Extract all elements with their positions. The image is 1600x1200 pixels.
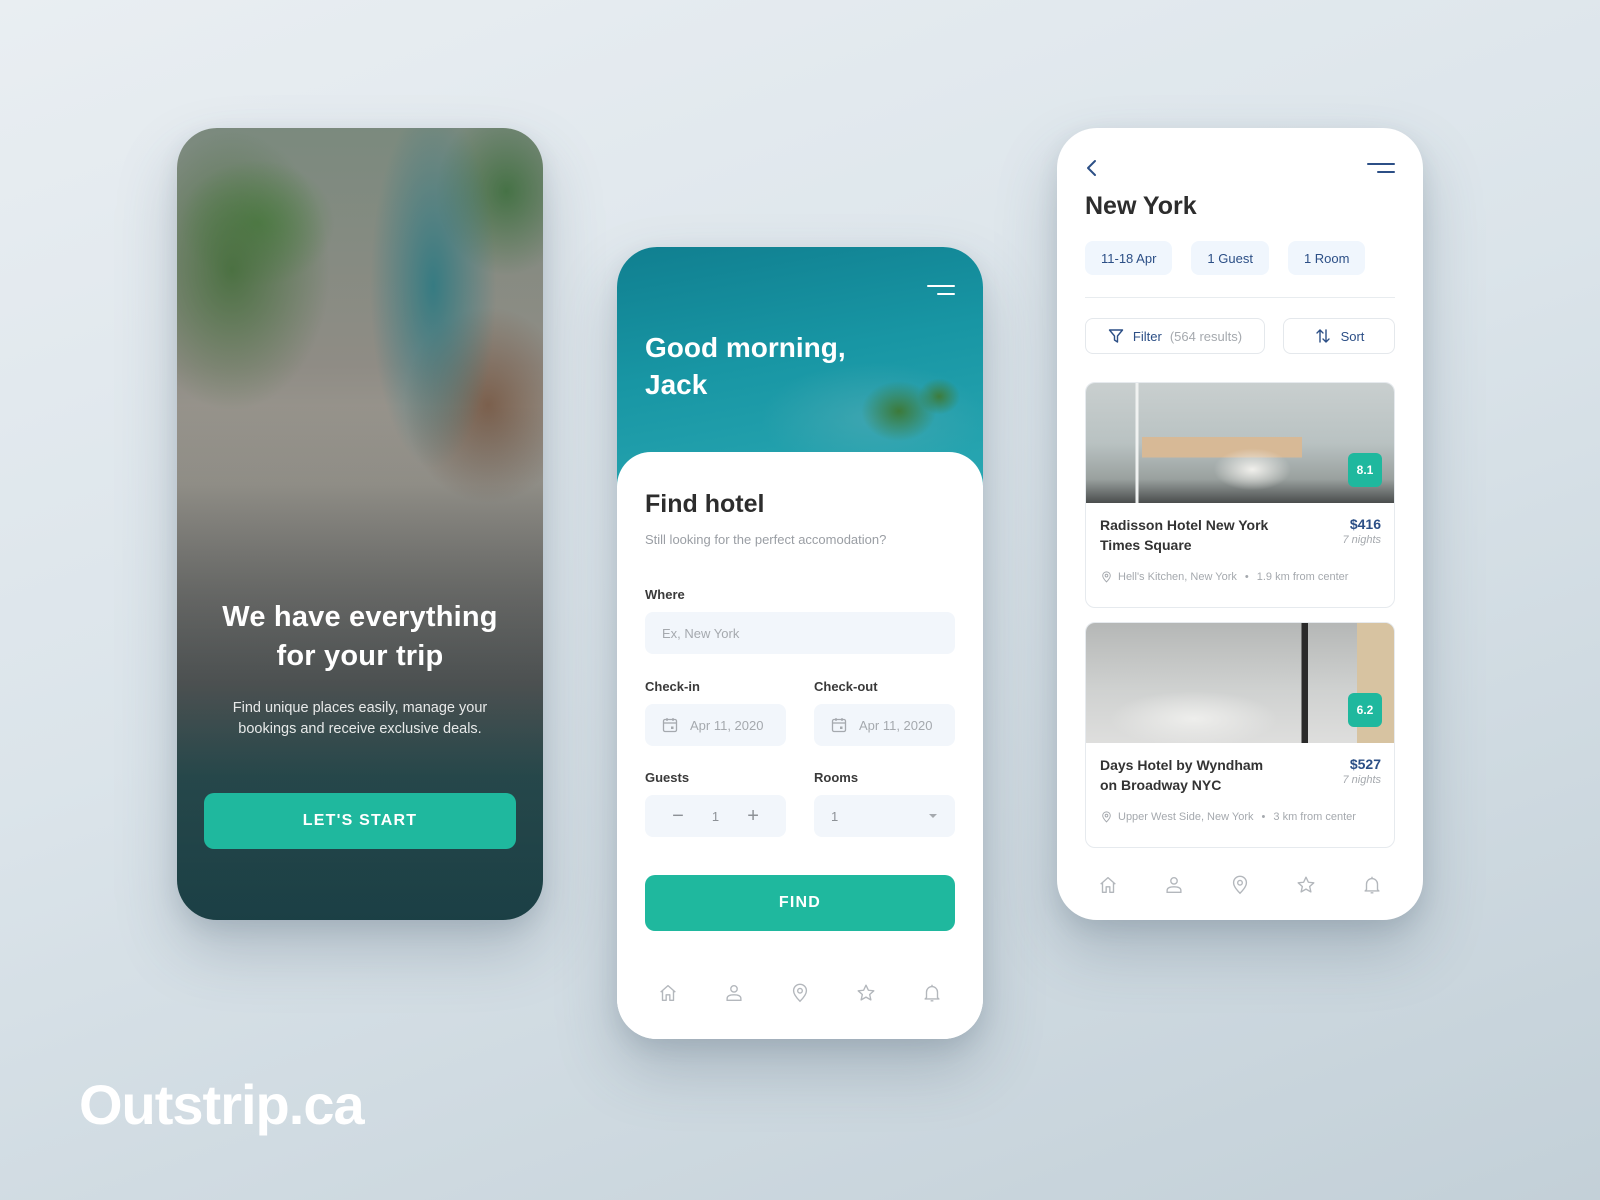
where-field-container [645, 612, 955, 654]
checkin-value: Apr 11, 2020 [690, 717, 764, 733]
separator-dot: • [1244, 571, 1249, 583]
menu-icon[interactable] [927, 283, 955, 297]
lets-start-button[interactable]: LET'S START [204, 793, 516, 849]
separator-dot: • [1261, 811, 1266, 823]
hotel-location: Hell's Kitchen, New York • 1.9 km from c… [1100, 570, 1348, 584]
guests-value: 1 [711, 808, 720, 824]
find-button[interactable]: FIND [645, 875, 955, 931]
star-icon[interactable] [855, 982, 877, 1004]
greeting-user-name: Jack [645, 369, 708, 400]
onboarding-title-line2: for your trip [276, 640, 444, 672]
user-icon[interactable] [1163, 874, 1185, 896]
hotel-price: $416 7 nights [1342, 516, 1381, 546]
star-icon[interactable] [1295, 874, 1317, 896]
price-value: $416 [1349, 516, 1381, 532]
map-pin-icon [1102, 571, 1111, 583]
search-summary-chips: 11-18 Apr 1 Guest 1 Room [1085, 241, 1366, 275]
filter-funnel-icon [1108, 329, 1124, 343]
guests-decrement-button[interactable]: − [666, 806, 690, 826]
hotel-neighborhood: Hell's Kitchen, New York [1118, 571, 1237, 583]
onboarding-subtitle-line2: bookings and receive exclusive deals. [238, 721, 482, 737]
guests-chip[interactable]: 1 Guest [1191, 241, 1269, 275]
find-hotel-screen: Good morning, Jack Find hotel Still look… [617, 247, 983, 1039]
rooms-value: 1 [831, 808, 839, 824]
onboarding-subtitle: Find unique places easily, manage your b… [177, 698, 543, 740]
hotel-distance: 3 km from center [1273, 811, 1356, 823]
guests-stepper: − 1 + [645, 795, 786, 837]
hotel-card[interactable]: 6.2 Days Hotel by Wyndham on Broadway NY… [1085, 622, 1395, 848]
guests-increment-button[interactable]: + [741, 806, 765, 826]
where-input[interactable] [645, 612, 955, 654]
bottom-nav [617, 982, 983, 1004]
hotel-photo [1086, 623, 1394, 743]
greeting-line1: Good morning, [645, 332, 846, 363]
menu-icon[interactable] [1367, 161, 1395, 175]
filter-button[interactable]: Filter (564 results) [1085, 318, 1265, 354]
price-value: $527 [1349, 756, 1381, 772]
hotel-card[interactable]: 8.1 Radisson Hotel New York Times Square… [1085, 382, 1395, 608]
checkout-label: Check-out [814, 679, 878, 694]
sort-label: Sort [1340, 328, 1365, 344]
onboarding-screen: We have everything for your trip Find un… [177, 128, 543, 920]
filter-label: Filter [1132, 328, 1162, 344]
onboarding-title-line1: We have everything [222, 601, 498, 633]
rooms-select[interactable]: 1 [814, 795, 955, 837]
checkout-field[interactable]: Apr 11, 2020 [814, 704, 955, 746]
divider [1085, 297, 1395, 298]
onboarding-title: We have everything for your trip [177, 598, 543, 676]
back-arrow-icon[interactable] [1085, 158, 1099, 178]
hotel-name-line2: on Broadway NYC [1100, 776, 1222, 793]
price-nights: 7 nights [1342, 774, 1381, 786]
hotel-distance: 1.9 km from center [1256, 571, 1349, 583]
checkin-label: Check-in [645, 679, 700, 694]
greeting: Good morning, Jack [645, 329, 846, 403]
bell-icon[interactable] [921, 982, 943, 1004]
caret-down-icon [929, 814, 937, 818]
city-title: New York [1085, 192, 1197, 220]
calendar-icon [831, 718, 847, 733]
rating-badge: 6.2 [1348, 693, 1382, 727]
search-sheet: Find hotel Still looking for the perfect… [617, 452, 983, 1039]
rooms-label: Rooms [814, 770, 859, 785]
checkin-field[interactable]: Apr 11, 2020 [645, 704, 786, 746]
results-count: (564 results) [1169, 328, 1243, 344]
brand-logo: Outstrip.ca [79, 1073, 365, 1136]
find-hotel-subtitle: Still looking for the perfect accomodati… [645, 532, 887, 547]
bell-icon[interactable] [1361, 874, 1383, 896]
hotel-location: Upper West Side, New York • 3 km from ce… [1100, 810, 1356, 824]
hotel-price: $527 7 nights [1342, 756, 1381, 786]
bottom-nav [1057, 874, 1423, 896]
find-hotel-title: Find hotel [645, 490, 765, 518]
sort-button[interactable]: Sort [1283, 318, 1395, 354]
rooms-chip[interactable]: 1 Room [1287, 241, 1366, 275]
map-pin-icon[interactable] [1229, 874, 1251, 896]
checkout-value: Apr 11, 2020 [859, 717, 933, 733]
onboarding-content: We have everything for your trip Find un… [177, 598, 543, 740]
price-nights: 7 nights [1342, 534, 1381, 546]
hotel-name: Radisson Hotel New York Times Square [1100, 516, 1300, 555]
where-label: Where [645, 587, 685, 602]
map-pin-icon[interactable] [789, 982, 811, 1004]
hotel-name-line1: Days Hotel by Wyndham [1100, 757, 1264, 773]
calendar-icon [662, 718, 678, 733]
hotel-name: Days Hotel by Wyndham on Broadway NYC [1100, 756, 1300, 795]
hotel-name-line1: Radisson Hotel New York [1100, 517, 1269, 533]
guests-label: Guests [645, 770, 690, 785]
home-icon[interactable] [657, 982, 679, 1004]
results-screen: New York 11-18 Apr 1 Guest 1 Room Filter… [1057, 128, 1423, 920]
sort-arrows-icon [1315, 329, 1330, 343]
map-pin-icon [1102, 811, 1111, 823]
hotel-photo [1086, 383, 1394, 503]
hotel-name-line2: Times Square [1100, 536, 1192, 553]
dates-chip[interactable]: 11-18 Apr [1085, 241, 1173, 275]
rating-badge: 8.1 [1348, 453, 1382, 487]
user-icon[interactable] [723, 982, 745, 1004]
onboarding-subtitle-line1: Find unique places easily, manage your [232, 700, 488, 716]
hotel-neighborhood: Upper West Side, New York [1118, 811, 1254, 823]
home-icon[interactable] [1097, 874, 1119, 896]
